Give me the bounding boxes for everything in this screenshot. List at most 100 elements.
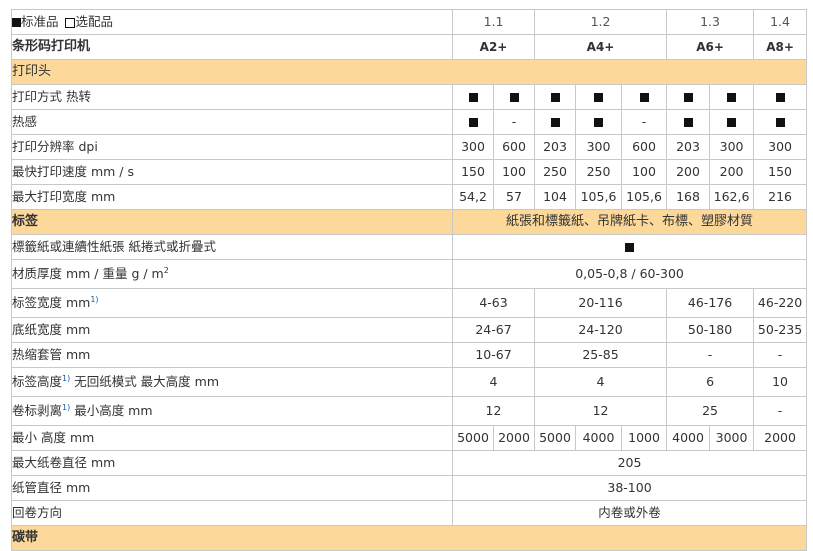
spec-cell: 250 (575, 159, 623, 185)
row-label: 材质厚度 mm / 重量 g / m2 (11, 259, 453, 289)
spec-cell: 4 (534, 367, 668, 397)
spec-cell (753, 84, 808, 110)
row-label-height: 标签高度1) 无回纸模式 最大高度 mm 4 4 6 10 (11, 367, 808, 397)
standard-square-icon (550, 93, 560, 102)
row-peel: 卷标剥离1) 最小高度 mm 12 12 25 - (11, 396, 808, 426)
spec-cell: 105,6 (621, 184, 668, 210)
footnote-marker: 1) (62, 402, 71, 412)
spec-cell: 46-220 (753, 288, 808, 318)
spec-cell (575, 109, 623, 135)
row-label: 卷标剥离1) 最小高度 mm (11, 396, 453, 426)
row-label-text: 材质厚度 mm / 重量 g / m (12, 266, 164, 281)
row-winding: 回卷方向 内卷或外卷 (11, 500, 808, 526)
spec-cell: 12 (534, 396, 668, 426)
model-cell: A8+ (753, 34, 808, 60)
footnote-marker: 1) (62, 373, 71, 383)
spec-cell: 300 (575, 134, 623, 160)
spec-cell: 54,2 (452, 184, 494, 210)
row-label: 打印方式 热转 (11, 84, 453, 110)
row-speed: 最快打印速度 mm / s 150 100 250 250 100 200 20… (11, 159, 808, 185)
section-label: 标签 紙張和標籤紙、吊牌紙卡、布標、塑膠材質 (11, 209, 808, 235)
standard-square-icon (775, 93, 785, 102)
row-thickness: 材质厚度 mm / 重量 g / m2 0,05-0,8 / 60-300 (11, 259, 808, 289)
row-print-method: 打印方式 热转 (11, 84, 808, 110)
row-label-text: 最小高度 mm (70, 403, 153, 418)
spec-cell (666, 84, 711, 110)
standard-square-icon (727, 118, 737, 127)
section-note: 紙張和標籤紙、吊牌紙卡、布標、塑膠材質 (451, 209, 808, 235)
standard-square-icon (775, 118, 785, 127)
row-label: 标签高度1) 无回纸模式 最大高度 mm (11, 367, 453, 397)
row-label: 纸管直径 mm (11, 475, 453, 501)
model-row: 条形码打印机 A2+ A4+ A6+ A8+ (11, 34, 808, 60)
row-label-width: 标签宽度 mm1) 4-63 20-116 46-176 46-220 (11, 288, 808, 318)
section-ribbon: 碳带 (10, 525, 808, 551)
legend-standard: 标准品 (21, 14, 59, 29)
row-print-width: 最大打印宽度 mm 54,2 57 104 105,6 105,6 168 16… (11, 184, 808, 210)
spec-cell (621, 84, 668, 110)
optional-square-icon (64, 17, 75, 28)
spec-cell: - (621, 109, 668, 135)
spec-cell: 168 (666, 184, 711, 210)
spec-cell: 0,05-0,8 / 60-300 (451, 259, 808, 289)
row-label-text: 无回纸模式 最大高度 mm (70, 374, 220, 389)
spec-cell: 4000 (575, 425, 623, 451)
spec-cell: 2000 (753, 425, 808, 451)
spec-cell: 203 (534, 134, 577, 160)
spec-cell: 1000 (621, 425, 668, 451)
spec-cell (492, 84, 536, 110)
spec-cell (709, 109, 755, 135)
spec-cell: 104 (534, 184, 577, 210)
standard-square-icon (12, 18, 21, 27)
spec-cell: 24-120 (534, 317, 668, 343)
row-label: 底纸宽度 mm (11, 317, 453, 343)
row-backing-width: 底纸宽度 mm 24-67 24-120 50-180 50-235 (11, 317, 808, 343)
spec-cell: 100 (621, 159, 668, 185)
spec-cell (534, 109, 577, 135)
spec-cell: 4000 (666, 425, 711, 451)
spec-cell: 200 (666, 159, 711, 185)
row-label-text: 标签宽度 mm (12, 295, 91, 310)
row-label: 打印分辨率 dpi (11, 134, 453, 160)
legend-cell: 标准品 选配品 (11, 9, 453, 35)
version-cell: 1.3 (666, 9, 755, 35)
spec-cell: 38-100 (451, 475, 808, 501)
spec-cell (452, 84, 494, 110)
spec-cell: 10-67 (451, 342, 536, 368)
standard-square-icon (509, 93, 519, 102)
spec-cell: 150 (452, 159, 494, 185)
standard-square-icon (683, 118, 693, 127)
spec-cell: - (666, 342, 755, 368)
version-row: 标准品 选配品 1.1 1.2 1.3 1.4 (11, 9, 808, 35)
spec-cell: - (753, 396, 808, 426)
header-label: 条形码打印机 (11, 34, 453, 60)
spec-cell: 25 (666, 396, 755, 426)
spec-cell: 50-235 (753, 317, 808, 343)
spec-cell: 600 (492, 134, 536, 160)
spec-cell: 203 (666, 134, 711, 160)
version-cell: 1.2 (534, 9, 668, 35)
spec-cell: 200 (709, 159, 755, 185)
version-cell: 1.1 (451, 9, 536, 35)
standard-square-icon (639, 93, 649, 102)
standard-square-icon (468, 118, 478, 127)
spec-cell: 50-180 (666, 317, 755, 343)
version-cell: 1.4 (753, 9, 808, 35)
spec-cell: 20-116 (534, 288, 668, 318)
row-resolution: 打印分辨率 dpi 300 600 203 300 600 203 300 30… (11, 134, 808, 160)
standard-square-icon (468, 93, 478, 102)
spec-cell: 3000 (709, 425, 755, 451)
spec-cell: 205 (451, 450, 808, 476)
spec-cell (753, 109, 808, 135)
row-label: 最大打印宽度 mm (11, 184, 453, 210)
model-cell: A2+ (451, 34, 536, 60)
section-title: 标签 (11, 209, 453, 235)
standard-square-icon (625, 243, 635, 252)
spec-cell: 10 (753, 367, 808, 397)
standard-square-icon (727, 93, 737, 102)
spec-cell: 162,6 (709, 184, 755, 210)
spec-cell: 46-176 (666, 288, 755, 318)
spec-cell: 300 (709, 134, 755, 160)
legend-optional: 选配品 (75, 14, 114, 29)
row-label: 标签宽度 mm1) (11, 288, 453, 318)
